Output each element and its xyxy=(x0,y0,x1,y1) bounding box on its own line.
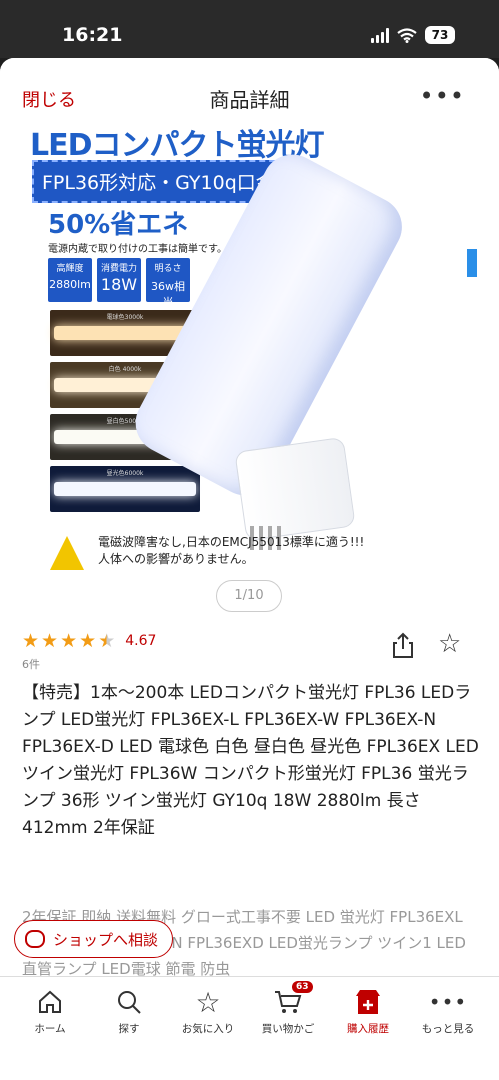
cart-icon: 63 xyxy=(248,981,328,1017)
color-swatch-6000k: 昼光色6000k xyxy=(50,466,200,512)
status-icons: 73 xyxy=(371,26,455,44)
nav-purchase-history[interactable]: 購入履歴 xyxy=(328,987,408,1036)
image-pager: 1/10 xyxy=(216,580,282,612)
product-title: 【特売】1本〜200本 LEDコンパクト蛍光灯 FPL36 LEDランプ LED… xyxy=(22,683,479,838)
nav-favorites[interactable]: ☆ お気に入り xyxy=(168,985,248,1036)
image-subheadline: FPL36形対応・GY10q口金 xyxy=(32,160,285,203)
more-dots-icon: ••• xyxy=(428,990,468,1014)
next-image-peek xyxy=(467,249,477,277)
contact-shop-button[interactable]: ショップへ相談 xyxy=(14,920,174,958)
more-options-button[interactable]: ••• xyxy=(420,82,465,110)
wifi-icon xyxy=(397,27,417,43)
star-icon: ★ xyxy=(79,630,97,652)
nav-home[interactable]: ホーム xyxy=(10,987,90,1036)
spec-badge: 明るさ 36w相当 xyxy=(146,258,190,309)
nav-header: 閉じる 商品詳細 ••• xyxy=(0,58,499,124)
star-icon: ★ xyxy=(22,630,40,652)
image-savings-text: 50%省エネ xyxy=(48,210,189,240)
radiation-warning-icon xyxy=(50,536,84,570)
product-detail-sheet: 閉じる 商品詳細 ••• LEDコンパクト蛍光灯 FPL36形対応・GY10q口… xyxy=(0,58,499,1080)
cart-count-badge: 63 xyxy=(292,981,313,993)
cellular-signal-icon xyxy=(371,27,389,43)
search-icon xyxy=(89,987,169,1017)
rating-value: 4.67 xyxy=(125,633,157,649)
nav-more[interactable]: ••• もっと見る xyxy=(408,987,488,1036)
spec-badge: 高輝度 2880lm xyxy=(48,258,92,302)
contact-shop-label: ショップへ相談 xyxy=(53,930,159,949)
spec-badges: 高輝度 2880lm 消費電力 18W 明るさ 36w相当 xyxy=(48,258,190,309)
rating-stars[interactable]: ★ ★ ★ ★ ★ 4.67 xyxy=(22,630,156,652)
nav-search[interactable]: 探す xyxy=(89,987,169,1036)
status-time: 16:21 xyxy=(62,24,123,46)
chat-icon xyxy=(25,930,45,948)
share-icon[interactable] xyxy=(389,631,417,659)
star-outline-icon: ☆ xyxy=(195,985,221,1019)
battery-indicator: 73 xyxy=(425,26,455,44)
image-note: 電源内蔵で取り付けの工事は簡単です。 xyxy=(48,244,227,255)
half-star-icon: ★ xyxy=(98,630,116,652)
product-image[interactable]: LEDコンパクト蛍光灯 FPL36形対応・GY10q口金 50%省エネ 電源内蔵… xyxy=(22,124,477,594)
image-warning-text: 電磁波障害なし,日本のEMCJ55013標準に適う!!! 人体への影響がありませ… xyxy=(98,535,365,566)
review-count[interactable]: 6件 xyxy=(22,656,40,672)
spec-badge: 消費電力 18W xyxy=(97,258,141,302)
status-bar: 16:21 73 xyxy=(0,0,499,58)
home-icon xyxy=(10,987,90,1017)
star-icon: ★ xyxy=(41,630,59,652)
bottom-nav: ホーム 探す ☆ お気に入り 63 買い物かご 購入履歴 ••• もっと見る xyxy=(0,976,499,1080)
favorite-star-icon[interactable]: ☆ xyxy=(438,631,461,657)
star-icon: ★ xyxy=(60,630,78,652)
nav-cart[interactable]: 63 買い物かご xyxy=(248,981,328,1036)
purchase-history-icon xyxy=(328,987,408,1017)
